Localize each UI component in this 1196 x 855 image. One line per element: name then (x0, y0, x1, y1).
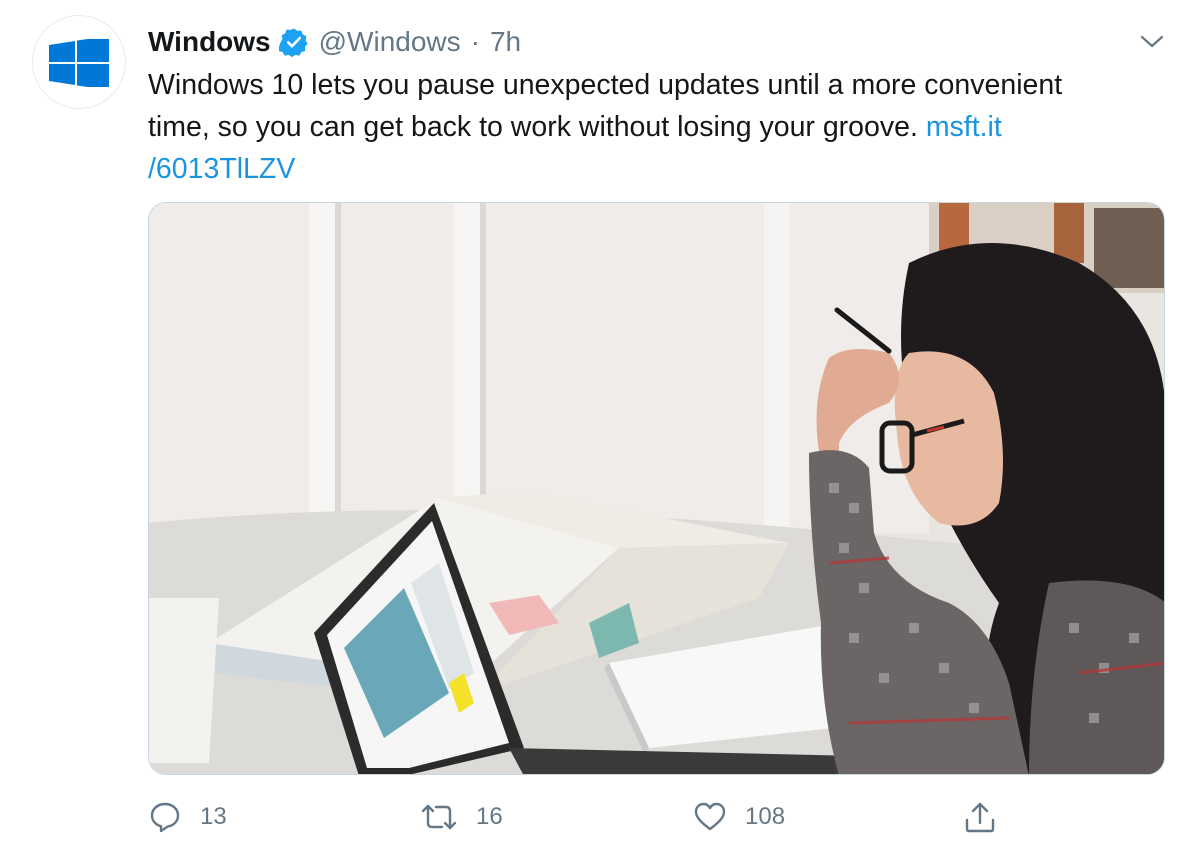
verified-badge-icon (278, 27, 309, 58)
handle[interactable]: @Windows (319, 26, 461, 58)
tweet-text: Windows 10 lets you pause unexpected upd… (148, 64, 1148, 190)
reply-count: 13 (200, 803, 227, 830)
display-name[interactable]: Windows (148, 26, 271, 58)
windows-logo-icon (49, 39, 109, 87)
like-count: 108 (745, 803, 786, 830)
reply-button[interactable]: 13 (148, 793, 227, 841)
more-options-chevron-down-icon[interactable] (1138, 28, 1166, 56)
retweet-icon (421, 804, 457, 830)
tweet-link[interactable]: msft.it (926, 111, 1002, 143)
tweet-header: Windows @Windows · 7h (148, 22, 521, 62)
like-button[interactable]: 108 (693, 793, 785, 841)
timestamp[interactable]: 7h (490, 26, 521, 58)
reply-icon (150, 802, 180, 833)
tweet-text-line-with-link: time, so you can get back to work withou… (148, 106, 1148, 148)
retweet-button[interactable]: 16 (420, 793, 503, 841)
share-icon (965, 802, 995, 833)
heart-icon (694, 802, 726, 831)
share-button[interactable] (963, 793, 997, 841)
tweet-link-continued[interactable]: /6013TlLZV (148, 148, 1148, 190)
tweet-photo[interactable] (148, 202, 1165, 775)
tweet-actions: 13 16 108 (148, 793, 1168, 841)
header-separator: · (470, 26, 480, 57)
tweet-card[interactable]: Windows @Windows · 7h Windows 10 lets yo… (0, 0, 1196, 855)
tweet-text-line: time, so you can get back to work withou… (148, 111, 918, 143)
retweet-count: 16 (476, 803, 503, 830)
avatar[interactable] (32, 15, 126, 109)
tweet-text-line: Windows 10 lets you pause unexpected upd… (148, 69, 1063, 101)
photo-woman-with-laptop-image (149, 203, 1164, 774)
